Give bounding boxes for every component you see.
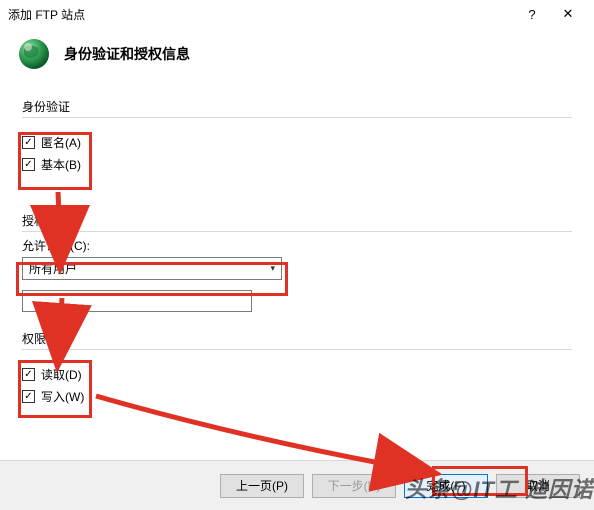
prev-button[interactable]: 上一页(P) <box>220 474 304 498</box>
page-title: 身份验证和授权信息 <box>64 44 190 64</box>
checkbox-basic[interactable]: ✓ 基本(B) <box>22 156 114 173</box>
permissions-section-label: 权限 <box>22 330 572 347</box>
next-button: 下一步(N) <box>312 474 396 498</box>
checkbox-icon: ✓ <box>22 158 35 171</box>
close-button[interactable]: ✕ <box>550 0 586 28</box>
allow-access-label: 允许访问(C): <box>22 237 572 254</box>
select-value: 所有用户 <box>29 260 77 277</box>
checkbox-write[interactable]: ✓ 写入(W) <box>22 388 114 405</box>
checkbox-icon: ✓ <box>22 390 35 403</box>
watermark-text: 头条@IT工 迪因诺 <box>405 472 594 504</box>
chevron-down-icon: ▾ <box>270 263 275 274</box>
checkbox-label: 写入(W) <box>41 388 84 405</box>
checkbox-anonymous[interactable]: ✓ 匿名(A) <box>22 134 114 151</box>
allow-access-select[interactable]: 所有用户 ▾ <box>22 257 282 280</box>
permissions-group: ✓ 读取(D) ✓ 写入(W) <box>22 355 114 416</box>
content-area: 身份验证 ✓ 匿名(A) ✓ 基本(B) 授权 允许访问(C): 所有用户 ▾ … <box>0 98 594 416</box>
auth-group: ✓ 匿名(A) ✓ 基本(B) <box>22 123 114 184</box>
checkbox-label: 读取(D) <box>41 366 82 383</box>
help-button[interactable]: ? <box>514 0 550 28</box>
globe-icon <box>16 36 52 72</box>
window-title: 添加 FTP 站点 <box>8 6 514 23</box>
dialog-header: 身份验证和授权信息 <box>0 28 594 92</box>
checkbox-label: 匿名(A) <box>41 134 81 151</box>
allow-access-textbox[interactable] <box>22 290 252 312</box>
auth-section-label: 身份验证 <box>22 98 572 115</box>
checkbox-icon: ✓ <box>22 136 35 149</box>
authorization-section-label: 授权 <box>22 212 572 229</box>
checkbox-icon: ✓ <box>22 368 35 381</box>
titlebar: 添加 FTP 站点 ? ✕ <box>0 0 594 28</box>
checkbox-label: 基本(B) <box>41 156 81 173</box>
checkbox-read[interactable]: ✓ 读取(D) <box>22 366 114 383</box>
